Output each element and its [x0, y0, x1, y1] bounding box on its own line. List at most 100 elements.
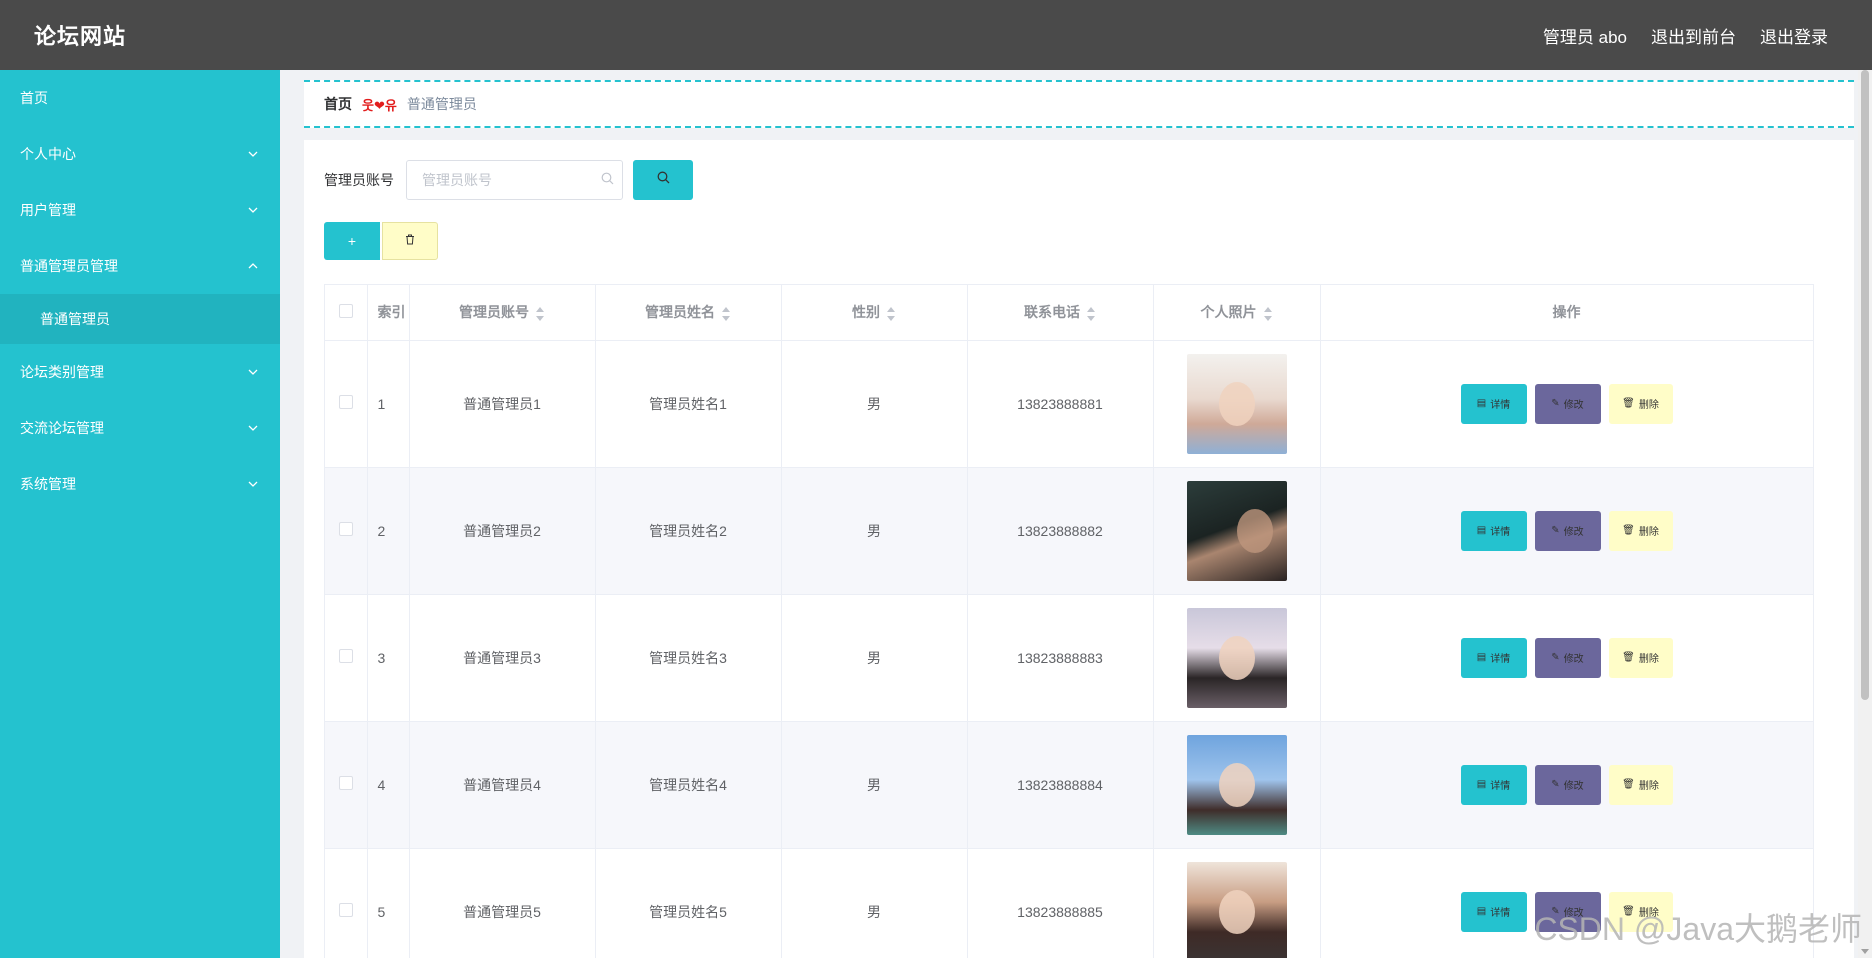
select-all-checkbox[interactable] — [338, 303, 353, 318]
header-account-label: 管理员账号 — [459, 304, 529, 321]
edit-label: 修改 — [1563, 654, 1584, 665]
scroll-down-arrow-icon[interactable] — [1861, 949, 1869, 954]
edit-label: 修改 — [1563, 400, 1584, 411]
detail-button[interactable]: ▤ 详情 — [1460, 510, 1527, 551]
logout-link[interactable]: 退出登录 — [1760, 23, 1828, 48]
detail-button[interactable]: ▤ 详情 — [1460, 637, 1527, 678]
cell-index: 1 — [367, 340, 410, 468]
cell-index: 3 — [367, 594, 410, 722]
sidebar-subitem-admin[interactable]: 普通管理员 — [0, 294, 280, 344]
detail-button[interactable]: ▤ 详情 — [1460, 764, 1527, 805]
sidebar-item-admin-management[interactable]: 普通管理员管理 — [0, 238, 280, 294]
document-icon: ▤ — [1476, 652, 1487, 663]
edit-button[interactable]: ✎ 修改 — [1534, 510, 1601, 551]
add-button-label: + — [347, 233, 357, 249]
sidebar-subitem-label: 普通管理员 — [40, 311, 110, 327]
sort-icon[interactable] — [535, 306, 545, 321]
document-icon: ▤ — [1476, 779, 1487, 790]
header-account[interactable]: 管理员账号 — [409, 285, 596, 341]
chevron-down-icon — [246, 147, 260, 161]
header-photo[interactable]: 个人照片 — [1153, 285, 1321, 341]
sidebar-item-label: 个人中心 — [20, 146, 76, 162]
avatar-photo[interactable] — [1186, 607, 1287, 708]
document-icon: ▤ — [1476, 398, 1487, 409]
breadcrumb-current: 普通管理员 — [406, 96, 477, 112]
page-scrollbar[interactable] — [1858, 70, 1872, 958]
delete-button[interactable]: 🗑 删除 — [1608, 383, 1673, 424]
delete-label: 删除 — [1638, 654, 1659, 665]
header-phone[interactable]: 联系电话 — [967, 285, 1154, 341]
header-index: 索引 — [367, 285, 410, 341]
pencil-icon: ✎ — [1551, 652, 1560, 663]
sort-icon[interactable] — [886, 306, 896, 321]
scrollbar-thumb[interactable] — [1861, 70, 1869, 700]
document-icon: ▤ — [1476, 906, 1487, 917]
detail-button[interactable]: ▤ 详情 — [1460, 383, 1527, 424]
current-user[interactable]: 管理员 abo — [1543, 23, 1627, 48]
sidebar-item-user-management[interactable]: 用户管理 — [0, 182, 280, 238]
chevron-down-icon — [246, 365, 260, 379]
table-row: 3 普通管理员3 管理员姓名3 男 13823888883 ▤ 详情 ✎ 修改 🗑 删… — [325, 594, 1813, 722]
row-select-cell — [325, 594, 368, 722]
site-logo: 论坛网站 — [34, 24, 127, 49]
row-select-cell — [325, 467, 368, 595]
cell-name: 管理员姓名5 — [595, 848, 782, 958]
cell-phone: 13823888883 — [967, 594, 1154, 722]
sidebar-item-forum-management[interactable]: 交流论坛管理 — [0, 400, 280, 456]
detail-label: 详情 — [1490, 781, 1511, 792]
cell-gender: 男 — [781, 340, 968, 468]
cell-account: 普通管理员4 — [409, 721, 596, 849]
row-checkbox[interactable] — [338, 776, 353, 790]
header-name[interactable]: 管理员姓名 — [595, 285, 782, 341]
delete-button[interactable]: 🗑 删除 — [1608, 637, 1673, 678]
sidebar-item-label: 普通管理员管理 — [20, 258, 118, 274]
edit-button[interactable]: ✎ 修改 — [1534, 383, 1601, 424]
sort-icon[interactable] — [721, 306, 731, 321]
avatar-photo[interactable] — [1186, 480, 1287, 581]
edit-button[interactable]: ✎ 修改 — [1534, 764, 1601, 805]
cell-gender: 男 — [781, 594, 968, 722]
cell-photo — [1153, 467, 1321, 595]
breadcrumb-home[interactable]: 首页 — [324, 94, 352, 114]
header-name-label: 管理员姓名 — [645, 304, 715, 321]
search-input[interactable]: 管理员账号 — [406, 160, 623, 200]
cell-index: 4 — [367, 721, 410, 849]
detail-button[interactable]: ▤ 详情 — [1460, 891, 1527, 932]
cell-account: 普通管理员1 — [409, 340, 596, 468]
content-panel: 管理员账号 管理员账号 + 索引 管理员账号 管理员姓名 性别 联系电话 个人照… — [304, 140, 1854, 958]
row-checkbox[interactable] — [338, 395, 353, 409]
avatar-photo[interactable] — [1186, 734, 1287, 835]
top-bar: 论坛网站 管理员 abo 退出到前台 退出登录 — [0, 0, 1872, 70]
row-checkbox[interactable] — [338, 522, 353, 536]
row-checkbox[interactable] — [338, 649, 353, 663]
table-row: 2 普通管理员2 管理员姓名2 男 13823888882 ▤ 详情 ✎ 修改 🗑 删… — [325, 467, 1813, 595]
cell-gender: 男 — [781, 467, 968, 595]
avatar-photo[interactable] — [1186, 353, 1287, 454]
sidebar-item-home[interactable]: 首页 — [0, 70, 280, 126]
photo-face — [1218, 381, 1255, 426]
delete-button[interactable]: 🗑 删除 — [1608, 510, 1673, 551]
exit-to-front-link[interactable]: 退出到前台 — [1651, 23, 1736, 48]
row-checkbox[interactable] — [338, 903, 353, 917]
cell-index: 5 — [367, 848, 410, 958]
sort-icon[interactable] — [1263, 306, 1273, 321]
header-index-label: 索引 — [377, 304, 406, 321]
sort-icon[interactable] — [1086, 306, 1096, 321]
sidebar-item-personal-center[interactable]: 个人中心 — [0, 126, 280, 182]
edit-button[interactable]: ✎ 修改 — [1534, 637, 1601, 678]
watermark: CSDN @Java大鹅老师 — [1534, 911, 1862, 947]
row-select-cell — [325, 340, 368, 468]
search-button[interactable] — [633, 160, 693, 200]
sidebar-item-forum-category[interactable]: 论坛类别管理 — [0, 344, 280, 400]
sidebar-item-system[interactable]: 系统管理 — [0, 456, 280, 512]
avatar-photo[interactable] — [1186, 861, 1287, 958]
search-icon — [601, 172, 614, 188]
batch-delete-button[interactable] — [382, 222, 438, 260]
delete-button[interactable]: 🗑 删除 — [1608, 764, 1673, 805]
chevron-down-icon — [246, 203, 260, 217]
add-button[interactable]: + — [324, 222, 380, 260]
search-placeholder: 管理员账号 — [422, 172, 492, 188]
header-gender[interactable]: 性别 — [781, 285, 968, 341]
cell-ops: ▤ 详情 ✎ 修改 🗑 删除 — [1320, 721, 1813, 849]
chevron-down-icon — [246, 477, 260, 491]
